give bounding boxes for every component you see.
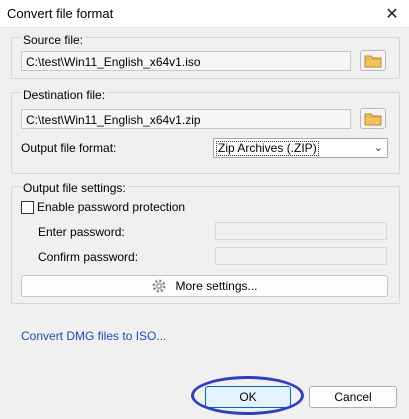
destination-browse-button[interactable] (360, 108, 386, 129)
gear-icon (152, 279, 166, 293)
source-file-path[interactable]: C:\test\Win11_English_x64v1.iso (21, 51, 351, 71)
enable-password-checkbox[interactable] (21, 201, 34, 214)
source-browse-button[interactable] (360, 50, 386, 71)
output-format-label: Output file format: (21, 141, 117, 155)
output-format-select[interactable]: Zip Archives (.ZIP) ⌄ (213, 138, 388, 158)
destination-file-label: Destination file: (21, 88, 108, 102)
close-button[interactable]: ✕ (375, 0, 409, 27)
destination-file-group (11, 92, 400, 174)
source-file-label: Source file: (21, 33, 86, 47)
chevron-down-icon: ⌄ (373, 142, 383, 154)
cancel-button[interactable]: Cancel (309, 386, 397, 408)
folder-icon (364, 55, 382, 67)
confirm-password-field (215, 247, 387, 265)
output-format-value: Zip Archives (.ZIP) (216, 141, 319, 156)
output-settings-label: Output file settings: (21, 181, 128, 195)
folder-icon (364, 113, 382, 125)
enter-password-field (215, 222, 387, 240)
cancel-label: Cancel (334, 390, 372, 404)
enable-password-label[interactable]: Enable password protection (37, 200, 185, 214)
ok-label: OK (239, 390, 257, 404)
ok-button[interactable]: OK (205, 386, 291, 408)
close-icon: ✕ (385, 5, 399, 23)
convert-dmg-link[interactable]: Convert DMG files to ISO... (21, 329, 166, 343)
more-settings-label: More settings... (175, 279, 258, 293)
destination-file-path[interactable]: C:\test\Win11_English_x64v1.zip (21, 109, 351, 129)
window-title: Convert file format (7, 6, 114, 21)
enter-password-label: Enter password: (38, 225, 125, 239)
title-bar: Convert file format ✕ (0, 0, 409, 28)
more-settings-button[interactable]: More settings... (21, 275, 388, 297)
confirm-password-label: Confirm password: (38, 250, 139, 264)
